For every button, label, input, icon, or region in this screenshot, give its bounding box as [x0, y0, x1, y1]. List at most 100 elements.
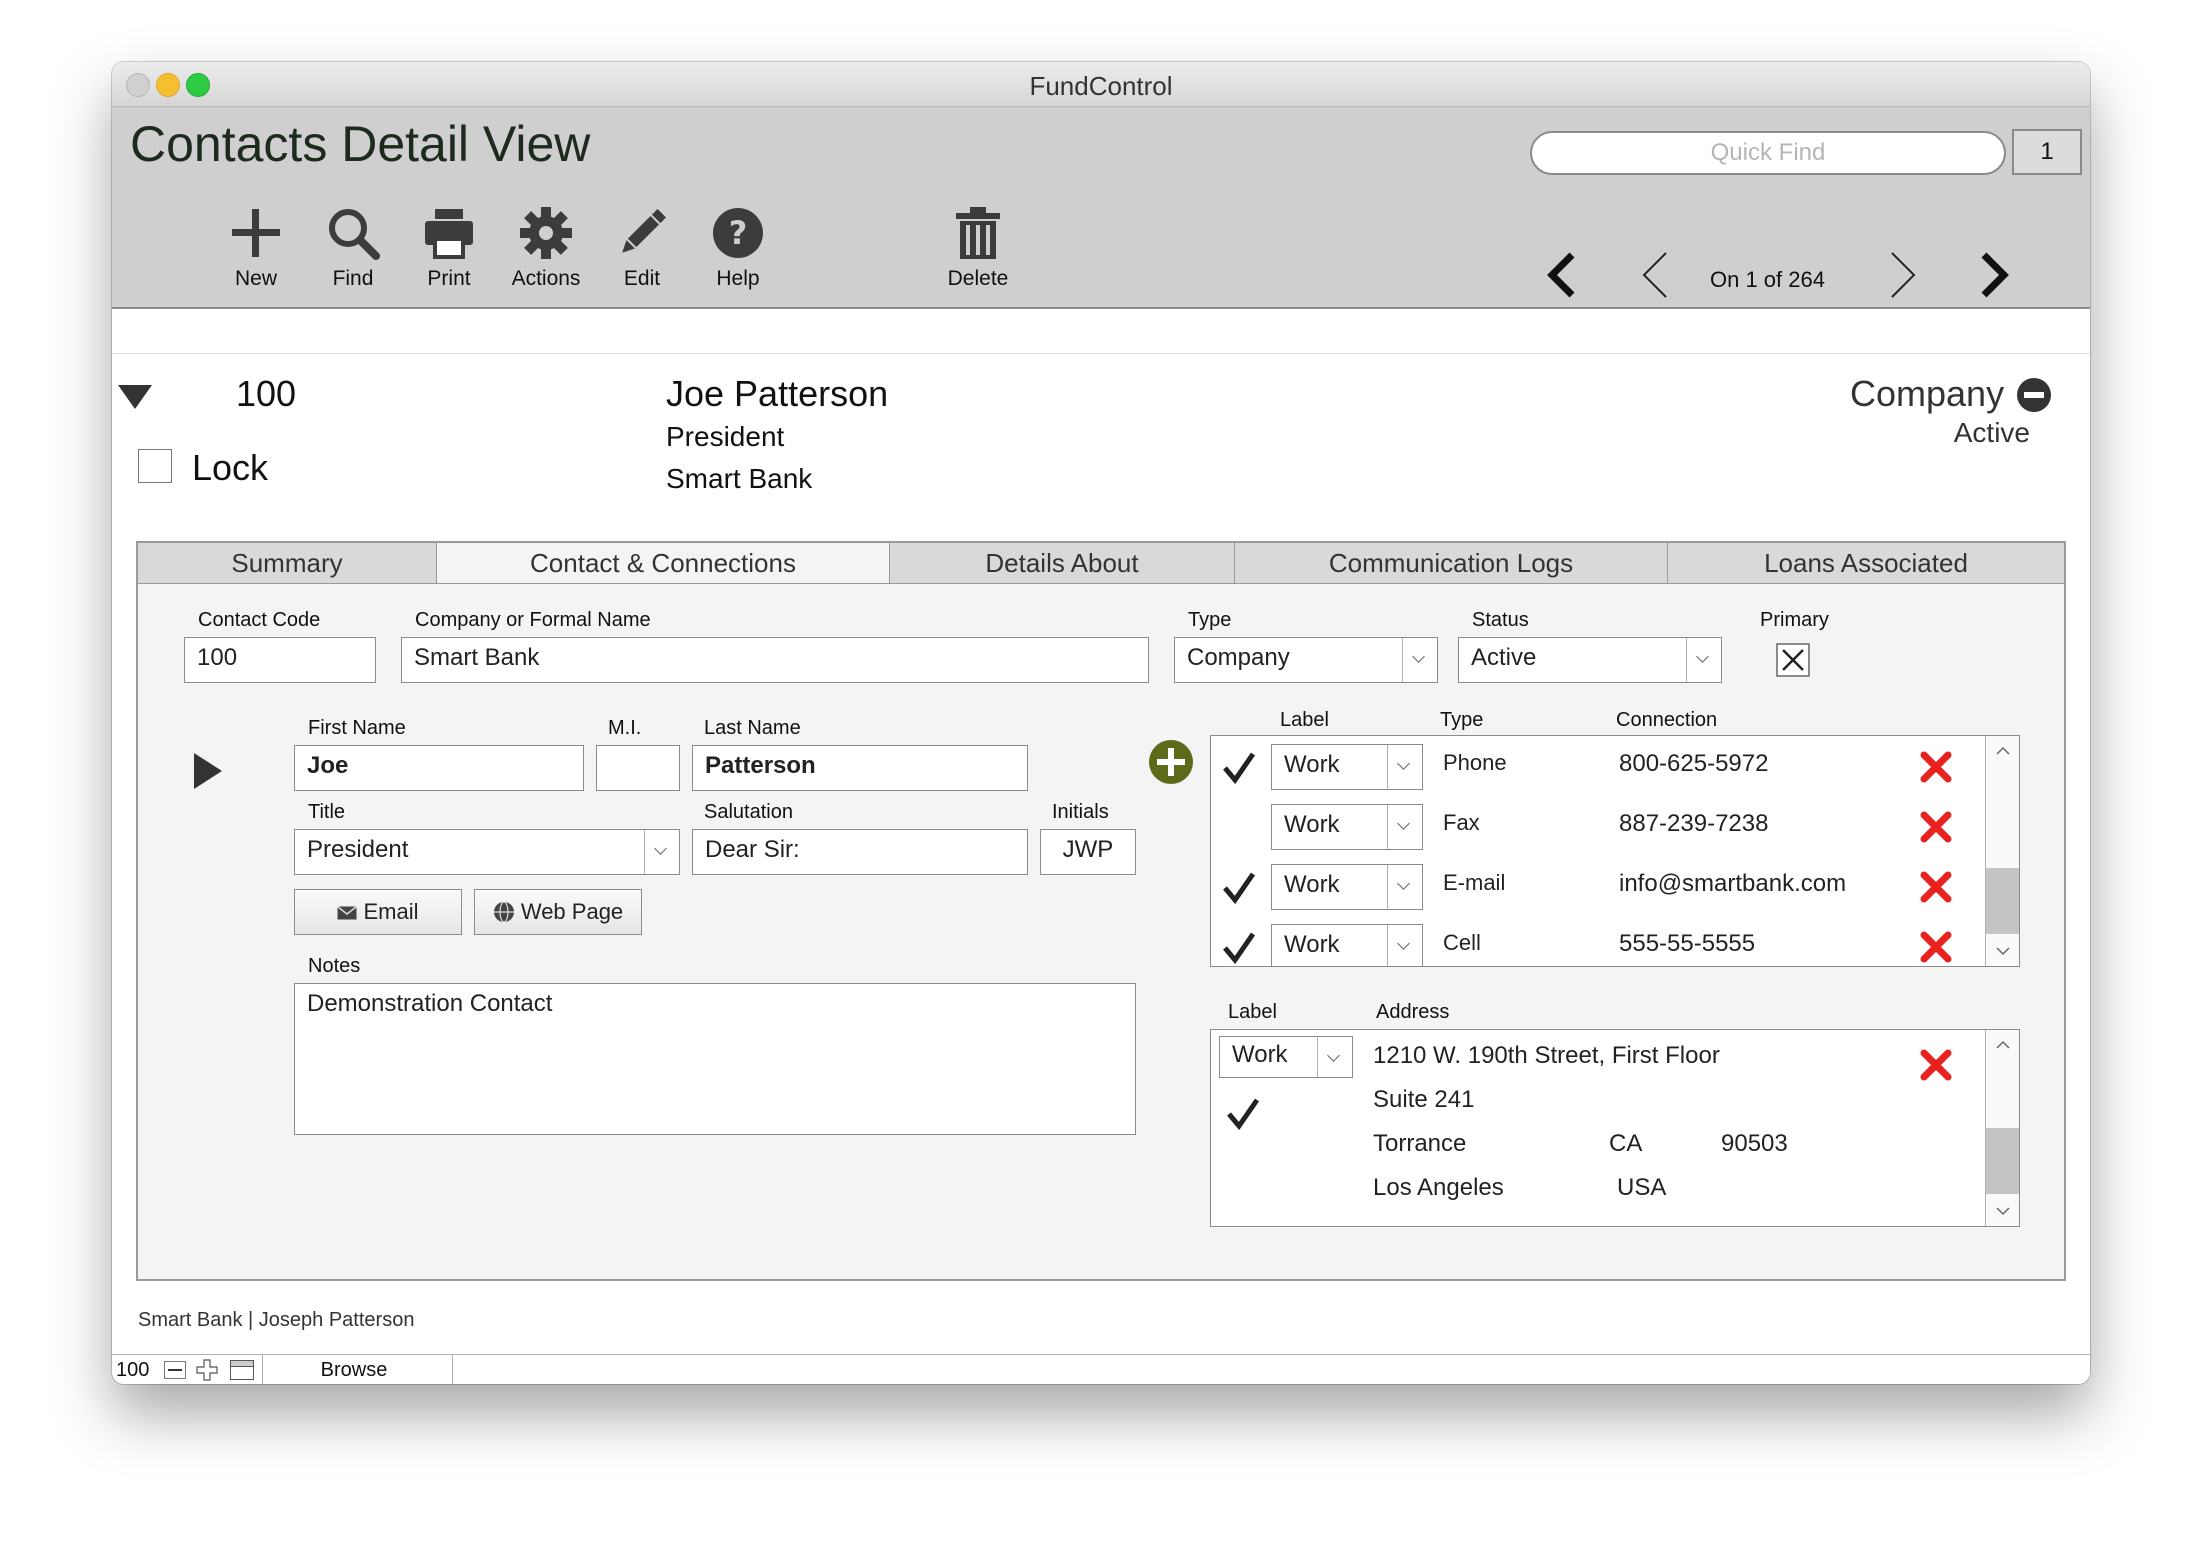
address-line2[interactable]: Suite 241	[1373, 1086, 1474, 1114]
check-icon[interactable]	[1221, 930, 1257, 966]
lock-checkbox[interactable]	[138, 449, 172, 483]
pencil-icon	[622, 208, 667, 253]
scroll-thumb[interactable]	[1986, 868, 2019, 934]
connection-label-header: Label	[1280, 709, 1329, 731]
delete-x-icon[interactable]	[1919, 870, 1953, 904]
zoom-in-icon[interactable]	[196, 1359, 218, 1381]
tab-communication-logs[interactable]: Communication Logs	[1235, 543, 1668, 583]
first-record-icon[interactable]	[1542, 249, 1582, 301]
check-icon[interactable]	[1221, 870, 1257, 906]
tab-contact-connections[interactable]: Contact & Connections	[437, 543, 890, 583]
quick-find-input[interactable]	[1530, 131, 2006, 175]
check-icon[interactable]	[1225, 1096, 1261, 1132]
next-record-icon[interactable]	[1882, 249, 1922, 301]
delete-x-icon[interactable]	[1919, 1048, 1953, 1082]
connections-scrollbar[interactable]	[1985, 736, 2020, 966]
minus-circle-icon[interactable]	[2016, 377, 2052, 413]
connection-label-dropdown[interactable]: Work	[1271, 924, 1423, 966]
company-name-label: Company or Formal Name	[415, 609, 651, 631]
delete-x-icon[interactable]	[1919, 750, 1953, 784]
contact-code-field[interactable]: 100	[184, 637, 376, 683]
toolbar-toggle-icon[interactable]	[230, 1360, 254, 1380]
tab-summary[interactable]: Summary	[138, 543, 437, 583]
status-record-count: 100	[116, 1359, 150, 1381]
connection-label-dropdown[interactable]: Work	[1271, 804, 1423, 850]
title-dropdown[interactable]: President	[294, 829, 680, 875]
new-button[interactable]: New	[206, 205, 306, 291]
scroll-down-icon[interactable]	[1986, 936, 2020, 966]
address-state[interactable]: CA	[1609, 1130, 1642, 1158]
tab-details-about[interactable]: Details About	[890, 543, 1235, 583]
actions-button[interactable]: Actions	[496, 205, 596, 291]
address-label-value: Work	[1232, 1041, 1288, 1068]
gear-icon	[520, 207, 572, 259]
print-label: Print	[427, 267, 471, 290]
chevron-down-icon	[1402, 638, 1437, 682]
primary-checkbox[interactable]	[1776, 643, 1810, 677]
title-bar: FundControl	[112, 62, 2090, 107]
scroll-down-icon[interactable]	[1986, 1196, 2020, 1226]
add-connection-icon[interactable]	[1148, 739, 1194, 785]
chevron-down-icon	[1387, 925, 1422, 966]
title-value: President	[307, 836, 409, 863]
delete-x-icon[interactable]	[1919, 810, 1953, 844]
chevron-down-icon	[1387, 745, 1422, 789]
collapse-triangle-icon[interactable]	[118, 385, 152, 411]
type-value: Company	[1187, 644, 1290, 671]
help-button[interactable]: ? Help	[688, 205, 788, 291]
last-record-icon[interactable]	[1974, 249, 2014, 301]
status-dropdown[interactable]: Active	[1458, 637, 1722, 683]
scroll-up-icon[interactable]	[1986, 736, 2020, 766]
chevron-down-icon	[1387, 805, 1422, 849]
status-divider	[262, 1355, 263, 1384]
connection-value: info@smartbank.com	[1619, 870, 1847, 897]
email-button-label: Email	[363, 899, 419, 924]
address-country[interactable]: USA	[1617, 1174, 1666, 1202]
connection-type: Fax	[1443, 810, 1480, 835]
email-button[interactable]: Email	[294, 889, 462, 935]
connection-type-header: Type	[1440, 709, 1484, 731]
scroll-up-icon[interactable]	[1986, 1030, 2020, 1060]
scroll-thumb[interactable]	[1986, 1128, 2019, 1194]
address-line1[interactable]: 1210 W. 190th Street, First Floor	[1373, 1042, 1720, 1070]
type-dropdown[interactable]: Company	[1174, 637, 1438, 683]
tab-loans-associated[interactable]: Loans Associated	[1668, 543, 2064, 583]
tab-panel: Summary Contact & Connections Details Ab…	[136, 541, 2066, 1281]
last-name-field[interactable]: Patterson	[692, 745, 1028, 791]
first-name-field[interactable]: Joe	[294, 745, 584, 791]
find-button[interactable]: Find	[303, 205, 403, 291]
previous-record-icon[interactable]	[1636, 249, 1676, 301]
mode-indicator[interactable]: Browse	[264, 1359, 444, 1382]
last-name-label: Last Name	[704, 717, 801, 739]
edit-button[interactable]: Edit	[592, 205, 692, 291]
help-label: Help	[716, 267, 760, 290]
address-city[interactable]: Torrance	[1373, 1130, 1466, 1158]
address-portal: Work 1210 W. 190th Street, First Floor S…	[1210, 1029, 2020, 1227]
notes-textarea[interactable]: Demonstration Contact	[294, 983, 1136, 1135]
primary-label: Primary	[1760, 609, 1829, 631]
address-county[interactable]: Los Angeles	[1373, 1174, 1504, 1202]
record-status: Active	[1953, 417, 2030, 448]
check-icon[interactable]	[1221, 750, 1257, 786]
connection-label-dropdown[interactable]: Work	[1271, 864, 1423, 910]
mi-field[interactable]	[596, 745, 680, 791]
type-label: Type	[1188, 609, 1232, 631]
company-name-field[interactable]: Smart Bank	[401, 637, 1149, 683]
delete-button[interactable]: Delete	[928, 205, 1028, 291]
chevron-down-icon	[1686, 638, 1721, 682]
content-area: 100 Lock Joe Patterson President Smart B…	[112, 309, 2090, 1331]
salutation-field[interactable]: Dear Sir:	[692, 829, 1028, 875]
delete-x-icon[interactable]	[1919, 930, 1953, 964]
address-label-dropdown[interactable]: Work	[1219, 1036, 1353, 1078]
contact-name: Joe Patterson	[666, 373, 889, 414]
web-page-button[interactable]: Web Page	[474, 889, 642, 935]
expand-triangle-icon[interactable]	[194, 753, 222, 789]
initials-field[interactable]: JWP	[1040, 829, 1136, 875]
address-label-header: Label	[1228, 1001, 1277, 1023]
address-scrollbar[interactable]	[1985, 1030, 2020, 1226]
connection-label-dropdown[interactable]: Work	[1271, 744, 1423, 790]
address-zip[interactable]: 90503	[1721, 1130, 1788, 1158]
zoom-out-icon[interactable]	[164, 1361, 186, 1379]
print-button[interactable]: Print	[399, 205, 499, 291]
connection-label-value: Work	[1284, 931, 1340, 958]
